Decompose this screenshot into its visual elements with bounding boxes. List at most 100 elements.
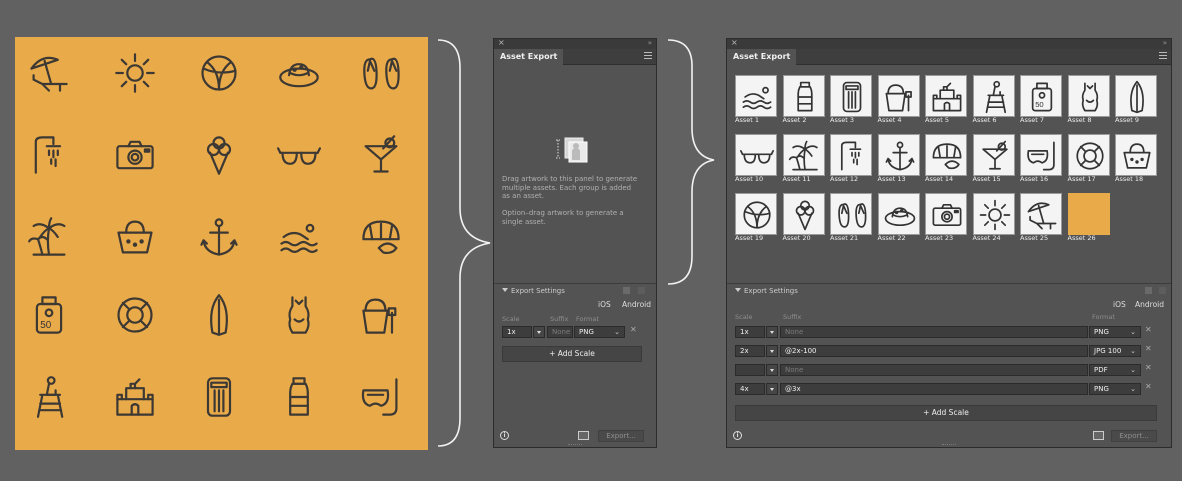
format-select[interactable]: PNG ⌄ — [574, 326, 625, 338]
asset-tile[interactable]: Asset 14 — [925, 134, 967, 183]
asset-tile[interactable]: Asset 23 — [925, 193, 967, 242]
tab-asset-export[interactable]: Asset Export — [494, 49, 564, 65]
panel-menu-icon[interactable] — [644, 52, 652, 60]
ios-platform-label[interactable]: iOS — [598, 300, 611, 309]
lifeguard-chair-icon[interactable] — [27, 375, 71, 419]
close-icon[interactable]: × — [498, 38, 505, 48]
asset-tile[interactable]: Asset 25 — [1020, 193, 1062, 242]
beach-chair-umbrella-icon[interactable] — [27, 51, 71, 95]
export-button[interactable]: Export... — [1111, 430, 1157, 442]
remove-row-icon[interactable]: ✕ — [1145, 344, 1152, 353]
asset-tile[interactable]: Asset 21 — [830, 193, 872, 242]
asset-tile[interactable]: Asset 8 — [1067, 75, 1110, 124]
beach-bag-icon[interactable] — [113, 215, 157, 259]
format-select[interactable]: PNG ⌄ — [1089, 326, 1141, 338]
sand-bucket-icon[interactable] — [359, 293, 403, 337]
asset-tile[interactable]: Asset 26 — [1067, 193, 1110, 242]
asset-tile[interactable]: Asset 3 — [830, 75, 872, 124]
android-platform-label[interactable]: Android — [622, 300, 651, 309]
ios-platform-label[interactable]: iOS — [1113, 300, 1126, 309]
collapse-icon[interactable]: » — [1163, 38, 1167, 48]
scale-dropdown[interactable] — [766, 345, 778, 357]
scale-dropdown[interactable] — [766, 326, 778, 338]
remove-row-icon[interactable]: ✕ — [1145, 382, 1152, 391]
asset-tile[interactable]: 50 Asset 7 — [1020, 75, 1062, 124]
info-icon[interactable]: i — [733, 431, 742, 440]
ice-cream-icon[interactable] — [197, 133, 241, 177]
format-select[interactable]: PDF ⌄ — [1089, 364, 1141, 376]
asset-tile[interactable]: Asset 1 — [735, 75, 777, 124]
new-icon[interactable] — [1145, 287, 1152, 294]
water-bottle-icon[interactable] — [277, 375, 321, 419]
air-mattress-icon[interactable] — [197, 375, 241, 419]
suffix-input[interactable]: None — [780, 364, 1088, 376]
sandcastle-icon[interactable] — [113, 375, 157, 419]
asset-tile[interactable]: Asset 15 — [972, 134, 1015, 183]
sunglasses-icon[interactable] — [277, 133, 321, 177]
scale-field[interactable] — [735, 364, 765, 376]
asset-tile[interactable]: Asset 2 — [782, 75, 825, 124]
asset-tile[interactable]: Asset 13 — [877, 134, 920, 183]
export-settings-header[interactable]: Export Settings — [494, 285, 656, 297]
close-icon[interactable]: × — [731, 38, 738, 48]
suffix-input[interactable]: None — [547, 326, 573, 338]
asset-tile[interactable]: Asset 11 — [782, 134, 825, 183]
resize-grip[interactable] — [942, 444, 956, 446]
format-select[interactable]: JPG 100 ⌄ — [1089, 345, 1141, 357]
asset-tile[interactable]: Asset 6 — [972, 75, 1015, 124]
export-button[interactable]: Export... — [598, 430, 644, 442]
palm-trees-icon[interactable] — [27, 215, 71, 259]
outdoor-shower-icon[interactable] — [27, 133, 71, 177]
android-platform-label[interactable]: Android — [1135, 300, 1164, 309]
scale-field[interactable]: 1x — [502, 326, 532, 338]
format-select[interactable]: PNG ⌄ — [1089, 383, 1141, 395]
scale-field[interactable]: 4x — [735, 383, 765, 395]
asset-tile[interactable]: Asset 4 — [877, 75, 920, 124]
export-for-screens-icon[interactable] — [578, 431, 589, 440]
add-scale-button[interactable]: + Add Scale — [735, 405, 1157, 421]
asset-tile[interactable]: Asset 9 — [1115, 75, 1157, 124]
camera-icon[interactable] — [113, 133, 157, 177]
tab-asset-export[interactable]: Asset Export — [727, 49, 797, 65]
export-for-screens-icon[interactable] — [1093, 431, 1104, 440]
scale-dropdown[interactable] — [766, 364, 778, 376]
asset-tile[interactable]: Asset 5 — [925, 75, 967, 124]
export-settings-header[interactable]: Export Settings — [727, 285, 1171, 297]
asset-tile[interactable]: Asset 24 — [972, 193, 1015, 242]
asset-tile[interactable]: Asset 19 — [735, 193, 777, 242]
surfboard-icon[interactable] — [197, 293, 241, 337]
suffix-input[interactable]: None — [780, 326, 1088, 338]
beach-ball-icon[interactable] — [197, 51, 241, 95]
info-icon[interactable]: i — [500, 431, 509, 440]
asset-tile[interactable]: Asset 22 — [877, 193, 920, 242]
scale-field[interactable]: 1x — [735, 326, 765, 338]
scale-dropdown[interactable] — [533, 326, 545, 338]
asset-tile[interactable]: Asset 16 — [1020, 134, 1062, 183]
collapse-icon[interactable]: » — [648, 38, 652, 48]
asset-tile[interactable]: Asset 18 — [1115, 134, 1157, 183]
scale-field[interactable]: 2x — [735, 345, 765, 357]
cocktail-icon[interactable] — [359, 133, 403, 177]
sun-hat-icon[interactable] — [277, 51, 321, 95]
snorkel-mask-icon[interactable] — [359, 375, 403, 419]
remove-row-icon[interactable]: ✕ — [1145, 325, 1152, 334]
artboard[interactable]: 50 — [15, 37, 428, 450]
flip-flops-icon[interactable] — [359, 51, 403, 95]
new-icon[interactable] — [623, 287, 630, 294]
trash-icon[interactable] — [638, 287, 645, 294]
anchor-icon[interactable] — [197, 215, 241, 259]
resize-grip[interactable] — [568, 444, 582, 446]
swimmer-icon[interactable] — [277, 215, 321, 259]
trash-icon[interactable] — [1159, 287, 1166, 294]
remove-row-icon[interactable]: ✕ — [1145, 363, 1152, 372]
seashells-icon[interactable] — [359, 215, 403, 259]
asset-tile[interactable]: Asset 10 — [735, 134, 777, 183]
suffix-input[interactable]: @3x — [780, 383, 1088, 395]
panel-menu-icon[interactable] — [1159, 52, 1167, 60]
add-scale-button[interactable]: + Add Scale — [502, 346, 642, 362]
scale-dropdown[interactable] — [766, 383, 778, 395]
swimsuit-icon[interactable] — [277, 293, 321, 337]
remove-row-icon[interactable]: ✕ — [630, 325, 637, 334]
sun-icon[interactable] — [113, 51, 157, 95]
asset-tile[interactable]: Asset 12 — [830, 134, 872, 183]
